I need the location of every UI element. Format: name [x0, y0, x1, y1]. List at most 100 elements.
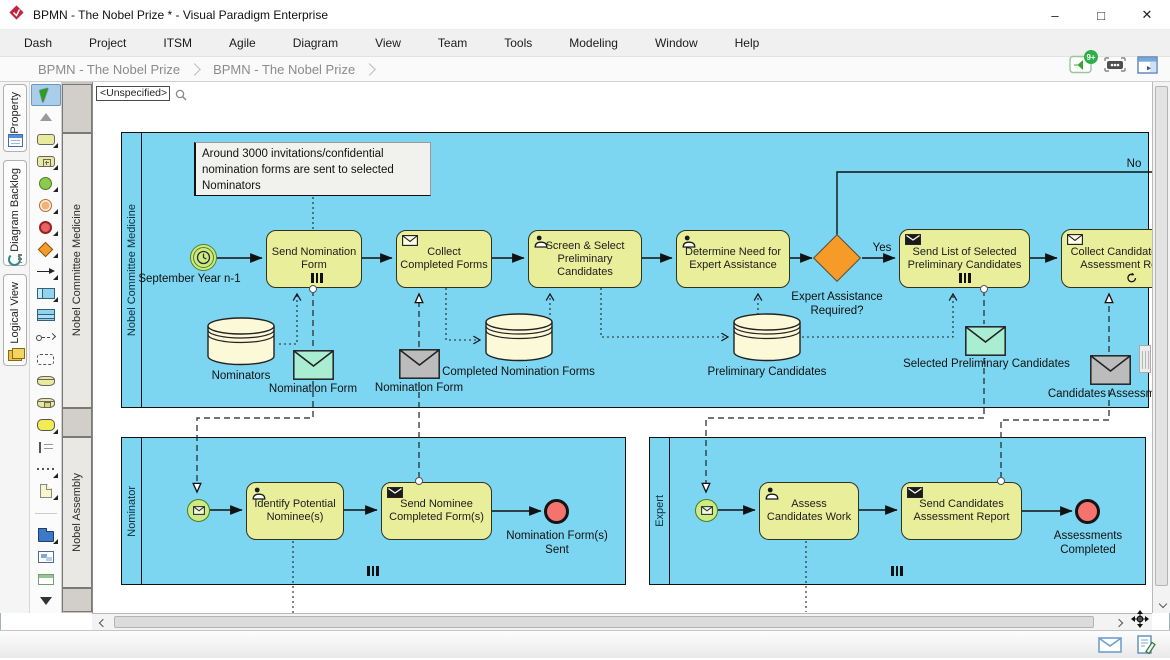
task-assess-candidates-work[interactable]: Assess Candidates Work — [759, 482, 859, 540]
flow-label-yes: Yes — [867, 241, 897, 255]
message-start-event-nominator[interactable] — [187, 499, 210, 522]
announcements-icon[interactable]: 9+ — [1069, 55, 1093, 79]
menu-itsm[interactable]: ITSM — [157, 34, 198, 52]
menu-view[interactable]: View — [369, 34, 407, 52]
fit-selection-icon[interactable] — [1103, 56, 1127, 78]
tab-property[interactable]: Property — [3, 84, 27, 152]
callout-tool[interactable] — [31, 414, 61, 436]
data-object-tool[interactable] — [31, 480, 61, 502]
end-event-nomination-sent[interactable] — [544, 499, 569, 524]
task-send-nominee-completed[interactable]: Send Nominee Completed Form(s) — [381, 482, 492, 540]
connection-point[interactable] — [980, 285, 988, 293]
start-event-tool[interactable] — [31, 172, 61, 194]
palette-scroll-up[interactable] — [31, 106, 61, 128]
send-message-icon — [387, 487, 403, 502]
menu-dash[interactable]: Dash — [18, 34, 58, 52]
task-tool[interactable] — [31, 128, 61, 150]
datastore-label: Completed Nomination Forms — [436, 365, 601, 379]
gateway-tool[interactable] — [31, 238, 61, 260]
end-event-tool[interactable] — [31, 216, 61, 238]
lane-tool[interactable] — [31, 304, 61, 326]
task-send-nomination-form[interactable]: Send Nomination Form — [266, 230, 362, 288]
sequence-flow-tool[interactable] — [31, 260, 61, 282]
menu-team[interactable]: Team — [432, 34, 473, 52]
intermediate-event-icon — [39, 199, 52, 212]
task-collect-candidates-work[interactable]: Collect Candidates Work Assessment Repor… — [1061, 229, 1152, 288]
vertical-scrollbar-thumb[interactable] — [1155, 86, 1168, 586]
minimize-button[interactable]: – — [1032, 0, 1078, 30]
timer-start-event[interactable] — [190, 244, 217, 271]
horizontal-scrollbar[interactable] — [92, 613, 1152, 630]
menu-tools[interactable]: Tools — [498, 34, 538, 52]
menu-window[interactable]: Window — [649, 34, 704, 52]
message-nomination-form-gray[interactable] — [399, 349, 440, 384]
pointer-icon — [39, 88, 51, 103]
intermediate-event-tool[interactable] — [31, 194, 61, 216]
task-screen-select-preliminary[interactable]: Screen & Select Preliminary Candidates — [528, 230, 642, 288]
tab-diagram-backlog[interactable]: Diagram Backlog — [3, 160, 27, 266]
menu-diagram[interactable]: Diagram — [287, 34, 344, 52]
text-annotation-tool[interactable] — [31, 436, 61, 458]
close-button[interactable]: ✕ — [1124, 0, 1170, 30]
connection-point[interactable] — [415, 477, 423, 485]
sticky-pool-header-committee[interactable]: Nobel Committee Medicine — [62, 133, 92, 408]
canvas-edge-handle[interactable] — [1139, 345, 1151, 373]
data-store-tool[interactable] — [31, 370, 61, 392]
model-tool[interactable] — [31, 546, 61, 568]
breadcrumb-item[interactable]: BPMN - The Nobel Prize — [38, 62, 180, 77]
menu-modeling[interactable]: Modeling — [563, 34, 624, 52]
diagram-canvas[interactable]: <Unspecified> Nobel Committee Medicine N… — [92, 82, 1152, 613]
scroll-left-button[interactable] — [96, 616, 109, 629]
menu-project[interactable]: Project — [83, 34, 132, 52]
palette-scroll-down[interactable] — [31, 590, 61, 612]
breadcrumb-item[interactable]: BPMN - The Nobel Prize — [213, 62, 355, 77]
panel-layout-icon[interactable] — [1137, 56, 1158, 79]
association-tool[interactable] — [31, 458, 61, 480]
scroll-down-button[interactable] — [1156, 597, 1169, 610]
edit-diagram-icon[interactable] — [1136, 635, 1156, 660]
message-selected-preliminary[interactable] — [965, 326, 1006, 361]
maximize-button[interactable]: □ — [1078, 0, 1124, 30]
horizontal-scrollbar-thumb[interactable] — [114, 616, 1094, 628]
data-input-tool[interactable] — [31, 392, 61, 414]
datastore-nominators[interactable] — [206, 316, 276, 373]
pan-tool-icon[interactable] — [1130, 609, 1150, 634]
message-flow-tool[interactable] — [31, 326, 61, 348]
datastore-preliminary-candidates[interactable] — [732, 312, 802, 369]
datastore-completed-forms[interactable] — [484, 312, 554, 369]
user-task-icon — [682, 235, 696, 252]
task-identify-potential-nominees[interactable]: Identify Potential Nominee(s) — [246, 482, 344, 540]
pointer-tool[interactable] — [31, 84, 61, 106]
task-send-list-selected[interactable]: Send List of Selected Preliminary Candid… — [899, 229, 1030, 288]
side-tab-strip: Property Diagram Backlog Logical View — [0, 82, 30, 613]
type-selector[interactable]: <Unspecified> — [96, 86, 170, 101]
send-message-icon — [907, 487, 923, 502]
package-tool[interactable] — [31, 524, 61, 546]
data-input-icon — [37, 398, 55, 408]
vertical-scrollbar[interactable] — [1152, 82, 1170, 613]
message-candidates-assessment[interactable] — [1090, 355, 1131, 390]
task-determine-need-expert[interactable]: Determine Need for Expert Assistance — [676, 230, 790, 288]
matrix-tool[interactable] — [31, 568, 61, 590]
end-event-icon — [39, 221, 52, 234]
sub-process-tool[interactable] — [31, 150, 61, 172]
end-event-assessments-completed[interactable] — [1075, 499, 1100, 524]
tab-logical-view[interactable]: Logical View — [3, 274, 27, 366]
task-send-candidates-assessment[interactable]: Send Candidates Assessment Report — [901, 482, 1022, 540]
menu-agile[interactable]: Agile — [223, 34, 262, 52]
sticky-pool-header-assembly[interactable]: Nobel Assembly — [62, 437, 92, 588]
group-tool[interactable] — [31, 348, 61, 370]
message-pane-icon[interactable] — [1098, 637, 1122, 658]
palette-divider — [31, 502, 61, 524]
message-label: Selected Preliminary Candidates — [894, 357, 1079, 371]
task-collect-completed-forms[interactable]: Collect Completed Forms — [396, 230, 492, 288]
scroll-right-button[interactable] — [1112, 616, 1125, 629]
connection-point[interactable] — [997, 477, 1005, 485]
search-icon[interactable] — [175, 88, 187, 106]
message-start-event-expert[interactable] — [695, 499, 718, 522]
menu-help[interactable]: Help — [729, 34, 766, 52]
datastore-label: Nominators — [181, 369, 301, 383]
pool-tool[interactable] — [31, 282, 61, 304]
text-annotation[interactable]: Around 3000 invitations/confidential nom… — [194, 142, 431, 196]
connection-point[interactable] — [309, 285, 317, 293]
